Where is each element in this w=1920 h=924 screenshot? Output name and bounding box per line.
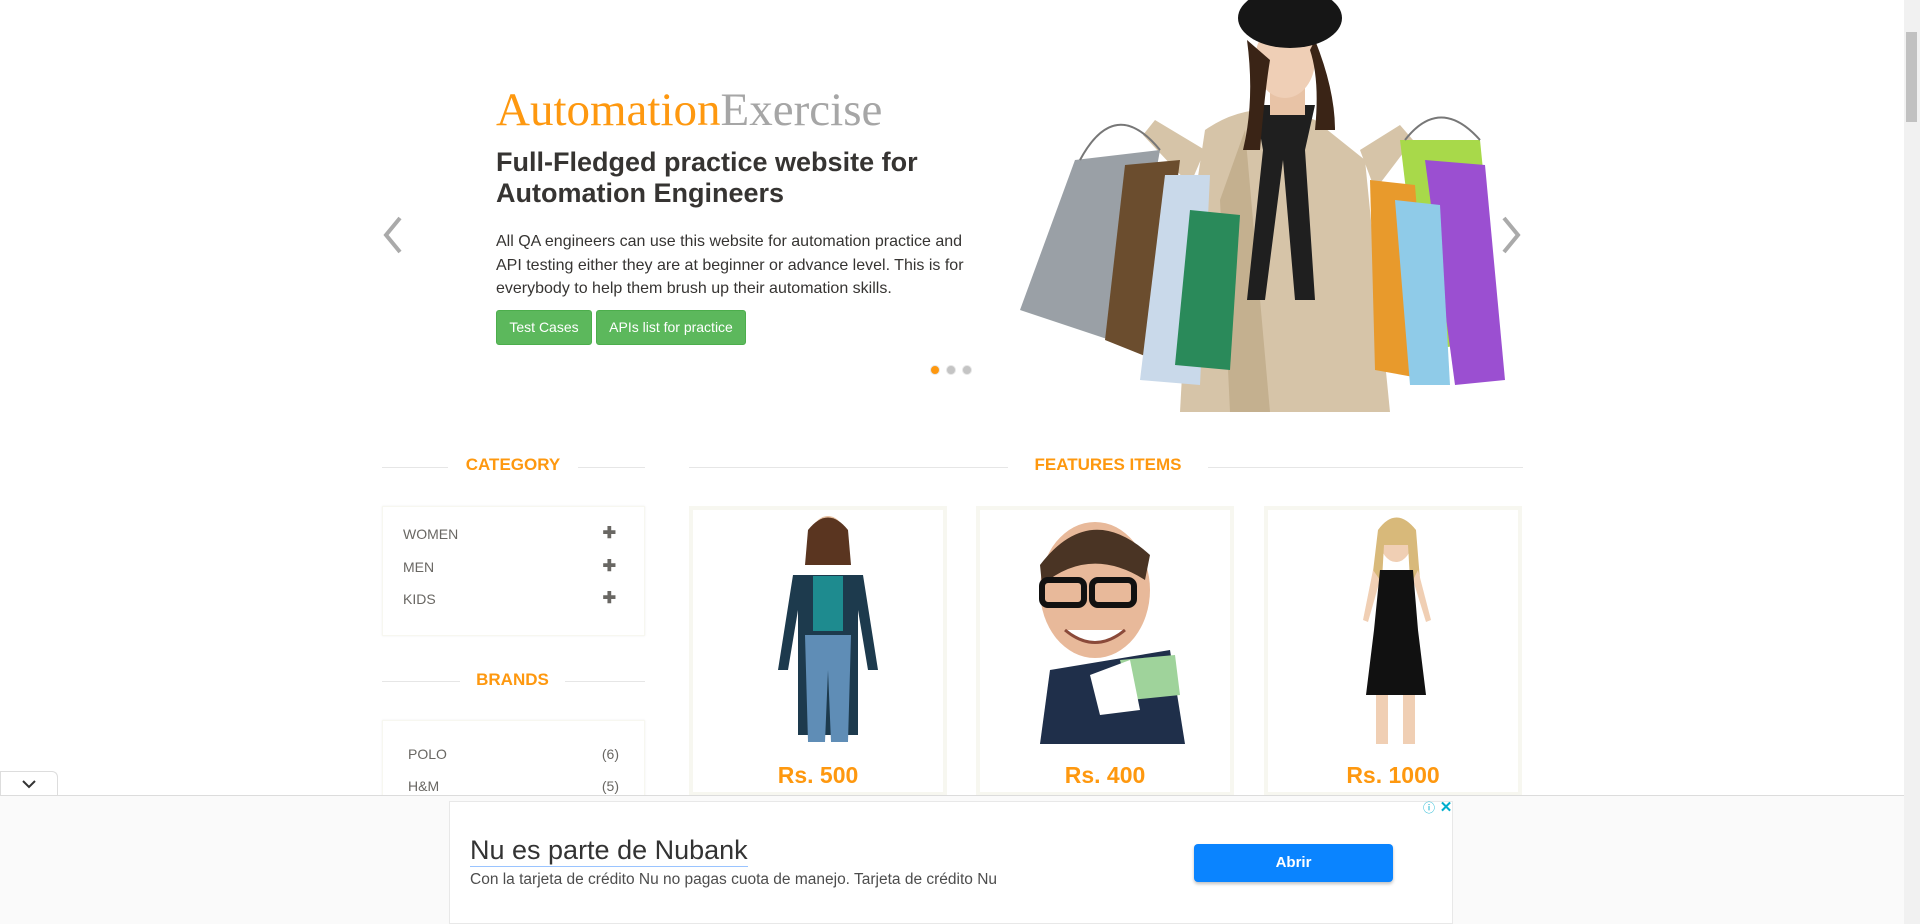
brand-part-automation: Automation: [496, 84, 721, 136]
product-card: Rs. 400: [976, 506, 1234, 796]
hero-description: All QA engineers can use this website fo…: [496, 233, 964, 297]
category-panel: WOMEN ✚ MEN ✚ KIDS ✚: [382, 506, 645, 636]
product-price: Rs. 400: [1064, 762, 1146, 788]
plus-icon[interactable]: ✚: [603, 555, 616, 579]
ad-open-button[interactable]: Abrir: [1194, 844, 1393, 882]
product-price: Rs. 1000: [1346, 762, 1440, 788]
test-cases-button[interactable]: Test Cases: [496, 310, 592, 345]
category-title: CATEGORY: [448, 455, 578, 475]
ad-collapse-button[interactable]: [0, 771, 58, 795]
category-label[interactable]: KIDS: [403, 591, 436, 607]
product-image-man-glasses[interactable]: [980, 510, 1230, 744]
category-item-kids[interactable]: KIDS ✚: [403, 587, 624, 620]
scrollbar-thumb[interactable]: [1906, 32, 1917, 122]
brands-title: BRANDS: [460, 670, 565, 690]
chevron-down-icon: [22, 780, 36, 789]
page-scrollbar[interactable]: [1904, 0, 1920, 924]
product-image-woman-black-dress[interactable]: [1268, 510, 1518, 744]
product-price: Rs. 500: [777, 762, 859, 788]
plus-icon[interactable]: ✚: [603, 522, 616, 546]
apis-list-button[interactable]: APIs list for practice: [596, 310, 746, 345]
ad-title-link[interactable]: Nu es parte de Nubank: [470, 834, 748, 867]
brand-label[interactable]: POLO: [408, 746, 447, 762]
hero-slider: AutomationExercise Full-Fledged practice…: [0, 0, 1920, 420]
slider-indicators: [930, 365, 972, 375]
slide-indicator-2[interactable]: [946, 365, 956, 375]
ad-description: Con la tarjeta de crédito Nu no pagas cu…: [470, 871, 998, 888]
hero-girl-with-shopping-bags-image: [1020, 0, 1505, 412]
brand-count: (5): [601, 778, 619, 794]
category-item-men[interactable]: MEN ✚: [403, 555, 624, 588]
plus-icon[interactable]: ✚: [603, 587, 616, 611]
ad-close-icon[interactable]: ✕: [1439, 800, 1453, 816]
slider-prev-arrow-icon[interactable]: [378, 210, 408, 260]
features-items-title: FEATURES ITEMS: [1008, 455, 1208, 475]
product-image-woman-cardigan[interactable]: [693, 510, 943, 744]
hero-heading: Full-Fledged practice website for Automa…: [496, 147, 918, 208]
product-card: Rs. 1000: [1264, 506, 1522, 796]
hero-brand-title: AutomationExercise: [496, 80, 882, 140]
slide-indicator-1[interactable]: [930, 365, 940, 375]
brand-label[interactable]: H&M: [408, 778, 439, 794]
category-item-women[interactable]: WOMEN ✚: [403, 522, 624, 555]
product-card: Rs. 500: [689, 506, 947, 796]
category-label[interactable]: MEN: [403, 559, 434, 575]
brand-part-exercise: Exercise: [720, 84, 883, 136]
ad-info-icon[interactable]: ⓘ: [1422, 801, 1436, 815]
brand-count: (6): [601, 746, 619, 762]
category-label[interactable]: WOMEN: [403, 526, 458, 542]
brand-item-polo[interactable]: POLO (6): [408, 743, 619, 775]
slide-indicator-3[interactable]: [962, 365, 972, 375]
